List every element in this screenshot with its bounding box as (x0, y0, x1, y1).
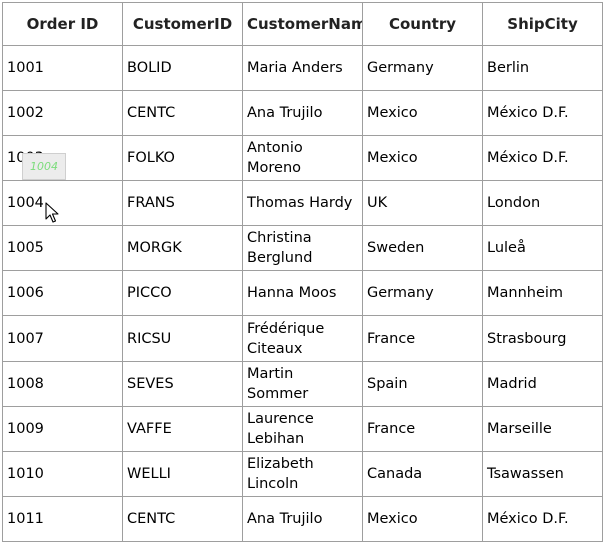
data-grid: Order ID CustomerID CustomerName Country… (2, 2, 603, 542)
cell-customer-id[interactable]: FOLKO (122, 135, 243, 182)
cell-order-id[interactable]: 1005 (2, 225, 123, 272)
cell-country[interactable]: Germany (362, 44, 483, 92)
cell-customer-name[interactable]: Elizabeth Lincoln (242, 450, 363, 497)
cell-country[interactable]: Spain (362, 360, 483, 407)
cell-country[interactable]: Canada (362, 450, 483, 497)
cell-country[interactable]: France (362, 405, 483, 452)
cell-customer-id[interactable]: WELLI (122, 450, 243, 497)
table-row[interactable]: 1002 CENTC Ana Trujilo Mexico México D.F… (2, 90, 603, 137)
table-row[interactable]: 1008 SEVES Martin Sommer Spain Madrid (2, 360, 603, 407)
cell-customer-name[interactable]: Laurence Lebihan (242, 405, 363, 452)
cell-customer-name[interactable]: Ana Trujilo (242, 495, 363, 542)
cell-customer-id[interactable]: VAFFE (122, 405, 243, 452)
cell-customer-name[interactable]: Ana Trujilo (242, 90, 363, 137)
cell-order-id[interactable]: 1010 (2, 450, 123, 497)
cell-customer-id[interactable]: RICSU (122, 315, 243, 362)
cell-country[interactable]: Sweden (362, 225, 483, 272)
cell-country[interactable]: Mexico (362, 495, 483, 542)
cell-customer-id[interactable]: CENTC (122, 495, 243, 542)
cell-order-id[interactable]: 1001 (2, 44, 123, 92)
header-row: Order ID CustomerID CustomerName Country… (2, 2, 603, 46)
cell-customer-id[interactable]: MORGK (122, 225, 243, 272)
cell-country[interactable]: Mexico (362, 90, 483, 137)
cell-ship-city[interactable]: Strasbourg (482, 315, 603, 362)
table-row[interactable]: 1011 CENTC Ana Trujilo Mexico México D.F… (2, 495, 603, 542)
cell-ship-city[interactable]: México D.F. (482, 135, 603, 182)
cell-customer-id[interactable]: CENTC (122, 90, 243, 137)
cell-country[interactable]: France (362, 315, 483, 362)
table-row[interactable]: 1003 FOLKO Antonio Moreno Mexico México … (2, 135, 603, 182)
cell-order-id[interactable]: 1002 (2, 90, 123, 137)
cell-country[interactable]: Mexico (362, 135, 483, 182)
cell-customer-name[interactable]: Christina Berglund (242, 225, 363, 272)
cell-customer-name[interactable]: Maria Anders (242, 44, 363, 92)
table-row[interactable]: 1004 FRANS Thomas Hardy UK London (2, 180, 603, 227)
cell-order-id[interactable]: 1008 (2, 360, 123, 407)
column-header-country[interactable]: Country (362, 2, 483, 46)
table-row[interactable]: 1010 WELLI Elizabeth Lincoln Canada Tsaw… (2, 450, 603, 497)
cell-customer-id[interactable]: BOLID (122, 44, 243, 92)
table-row[interactable]: 1001 BOLID Maria Anders Germany Berlin (2, 44, 603, 92)
cell-ship-city[interactable]: Tsawassen (482, 450, 603, 497)
cell-ship-city[interactable]: Berlin (482, 44, 603, 92)
table-row[interactable]: 1006 PICCO Hanna Moos Germany Mannheim (2, 270, 603, 317)
cell-customer-name[interactable]: Martin Sommer (242, 360, 363, 407)
cell-ship-city[interactable]: Mannheim (482, 270, 603, 317)
column-header-customer-id[interactable]: CustomerID (122, 2, 243, 46)
cell-order-id[interactable]: 1006 (2, 270, 123, 317)
cell-customer-name[interactable]: Frédérique Citeaux (242, 315, 363, 362)
column-header-order-id[interactable]: Order ID (2, 2, 123, 46)
cell-ship-city[interactable]: Marseille (482, 405, 603, 452)
cell-country[interactable]: UK (362, 180, 483, 227)
mouse-pointer-icon (45, 202, 59, 223)
cell-ship-city[interactable]: Luleå (482, 225, 603, 272)
table-row[interactable]: 1005 MORGK Christina Berglund Sweden Lul… (2, 225, 603, 272)
row-drag-clue[interactable]: 1004 (22, 153, 66, 180)
cell-ship-city[interactable]: México D.F. (482, 495, 603, 542)
table-row[interactable]: 1007 RICSU Frédérique Citeaux France Str… (2, 315, 603, 362)
column-header-ship-city[interactable]: ShipCity (482, 2, 603, 46)
cell-order-id[interactable]: 1004 (2, 180, 123, 227)
cell-country[interactable]: Germany (362, 270, 483, 317)
cell-customer-name[interactable]: Thomas Hardy (242, 180, 363, 227)
cell-order-id[interactable]: 1007 (2, 315, 123, 362)
cell-order-id[interactable]: 1011 (2, 495, 123, 542)
cell-customer-id[interactable]: FRANS (122, 180, 243, 227)
table-row[interactable]: 1009 VAFFE Laurence Lebihan France Marse… (2, 405, 603, 452)
cell-customer-id[interactable]: PICCO (122, 270, 243, 317)
cell-ship-city[interactable]: México D.F. (482, 90, 603, 137)
cell-ship-city[interactable]: London (482, 180, 603, 227)
cell-customer-name[interactable]: Hanna Moos (242, 270, 363, 317)
cell-order-id[interactable]: 1009 (2, 405, 123, 452)
cell-customer-id[interactable]: SEVES (122, 360, 243, 407)
cell-customer-name[interactable]: Antonio Moreno (242, 135, 363, 182)
cell-ship-city[interactable]: Madrid (482, 360, 603, 407)
column-header-customer-name[interactable]: CustomerName (242, 2, 363, 46)
